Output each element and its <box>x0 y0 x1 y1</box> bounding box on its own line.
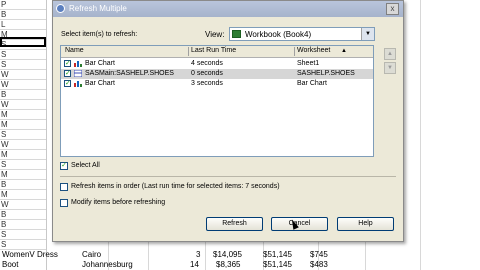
gridline <box>420 0 421 270</box>
item-name: Bar Chart <box>85 80 115 87</box>
cell-a24[interactable]: S <box>0 230 46 240</box>
select-all-label: Select All <box>71 162 100 169</box>
cell-region: Cairo <box>82 250 102 259</box>
active-cell-outline <box>0 37 46 47</box>
cell-a10[interactable]: B <box>0 90 46 100</box>
sas-app-icon <box>56 4 65 13</box>
cell-a22[interactable]: B <box>0 210 46 220</box>
help-button[interactable]: Help <box>337 217 394 231</box>
item-name: SASMain:SASHELP.SHOES <box>85 70 174 77</box>
item-worksheet: SASHELP.SHOES <box>297 70 355 77</box>
cell-a1[interactable]: P <box>0 0 46 10</box>
cell-count: 14 <box>190 260 199 269</box>
move-down-button[interactable]: ▼ <box>384 62 396 74</box>
divider <box>60 176 396 177</box>
cell-a16[interactable]: M <box>0 150 46 160</box>
column-header-name[interactable]: Name <box>65 47 84 54</box>
chevron-down-icon[interactable]: ▼ <box>361 28 374 40</box>
dialog-title: Refresh Multiple <box>69 4 127 13</box>
item-last-run: 4 seconds <box>191 60 223 67</box>
item-checkbox[interactable]: ✓ <box>64 60 71 67</box>
data-table-icon <box>74 70 82 77</box>
view-dropdown-value: Workbook (Book4) <box>245 30 312 39</box>
cell-returns: $483 <box>310 260 328 269</box>
bar-chart-icon <box>74 61 82 67</box>
cell-a7[interactable]: S <box>0 60 46 70</box>
refresh-in-order-label: Refresh items in order (Last run time fo… <box>71 183 280 190</box>
list-item[interactable]: ✓ Bar Chart 3 seconds Bar Chart <box>61 79 373 89</box>
view-dropdown[interactable]: Workbook (Book4) ▼ <box>229 27 375 41</box>
cell-inventory: $51,145 <box>263 250 292 259</box>
cell-a2[interactable]: B <box>0 10 46 20</box>
cell-a21[interactable]: W <box>0 200 46 210</box>
cell-count: 3 <box>196 250 201 259</box>
cell-a3[interactable]: L <box>0 20 46 30</box>
cell-a25[interactable]: S <box>0 240 46 250</box>
list-header: Name Last Run Time Worksheet ▲ <box>61 46 373 58</box>
column-divider[interactable] <box>188 47 189 56</box>
column-header-worksheet[interactable]: Worksheet <box>297 47 330 54</box>
cell-a15[interactable]: W <box>0 140 46 150</box>
cell-a19[interactable]: B <box>0 180 46 190</box>
cancel-button[interactable]: Cancel <box>271 217 328 231</box>
item-last-run: 3 seconds <box>191 80 223 87</box>
refresh-items-list[interactable]: Name Last Run Time Worksheet ▲ ✓ Bar Cha… <box>60 45 374 157</box>
dialog-titlebar[interactable]: Refresh Multiple x <box>53 1 403 17</box>
item-checkbox[interactable]: ✓ <box>64 80 71 87</box>
cell-a12[interactable]: M <box>0 110 46 120</box>
cell-sales: $8,365 <box>216 260 241 269</box>
checkbox-unchecked[interactable] <box>60 199 68 207</box>
cell-a9[interactable]: W <box>0 80 46 90</box>
item-checkbox[interactable]: ✓ <box>64 70 71 77</box>
excel-workbook-icon <box>232 30 241 38</box>
cell-region: Johannesburg <box>82 260 133 269</box>
item-worksheet: Bar Chart <box>297 80 327 87</box>
select-items-label: Select item(s) to refresh: <box>61 31 138 38</box>
cell-product: WomenV Dress <box>2 250 58 259</box>
cell-a20[interactable]: M <box>0 190 46 200</box>
checkbox-unchecked[interactable] <box>60 183 68 191</box>
item-worksheet: Sheet1 <box>297 60 320 67</box>
item-last-run: 0 seconds <box>191 70 223 77</box>
cell-a23[interactable]: B <box>0 220 46 230</box>
close-button[interactable]: x <box>386 3 399 15</box>
list-item[interactable]: ✓ Bar Chart 4 seconds Sheet1 <box>61 59 373 69</box>
list-item[interactable]: ✓ SASMain:SASHELP.SHOES 0 seconds SASHEL… <box>61 69 373 79</box>
move-up-button[interactable]: ▲ <box>384 48 396 60</box>
view-label: View: <box>205 30 225 39</box>
cell-a11[interactable]: W <box>0 100 46 110</box>
cell-inventory: $51,145 <box>263 260 292 269</box>
cell-product: Boot <box>2 260 19 269</box>
cell-a18[interactable]: M <box>0 170 46 180</box>
modify-items-label: Modify items before refreshing <box>71 199 166 206</box>
column-header-last-run[interactable]: Last Run Time <box>191 47 236 54</box>
cell-sales: $14,095 <box>213 250 242 259</box>
cell-a14[interactable]: S <box>0 130 46 140</box>
bar-chart-icon <box>74 81 82 87</box>
refresh-button[interactable]: Refresh <box>206 217 263 231</box>
sort-arrow-icon: ▲ <box>341 48 347 54</box>
refresh-multiple-dialog: Refresh Multiple x Select item(s) to ref… <box>52 0 404 242</box>
checkbox-checked[interactable]: ✓ <box>60 162 68 170</box>
cell-a6[interactable]: S <box>0 50 46 60</box>
cell-a8[interactable]: W <box>0 70 46 80</box>
cell-a13[interactable]: M <box>0 120 46 130</box>
column-divider[interactable] <box>294 47 295 56</box>
cell-returns: $745 <box>310 250 328 259</box>
item-name: Bar Chart <box>85 60 115 67</box>
cell-a17[interactable]: S <box>0 160 46 170</box>
